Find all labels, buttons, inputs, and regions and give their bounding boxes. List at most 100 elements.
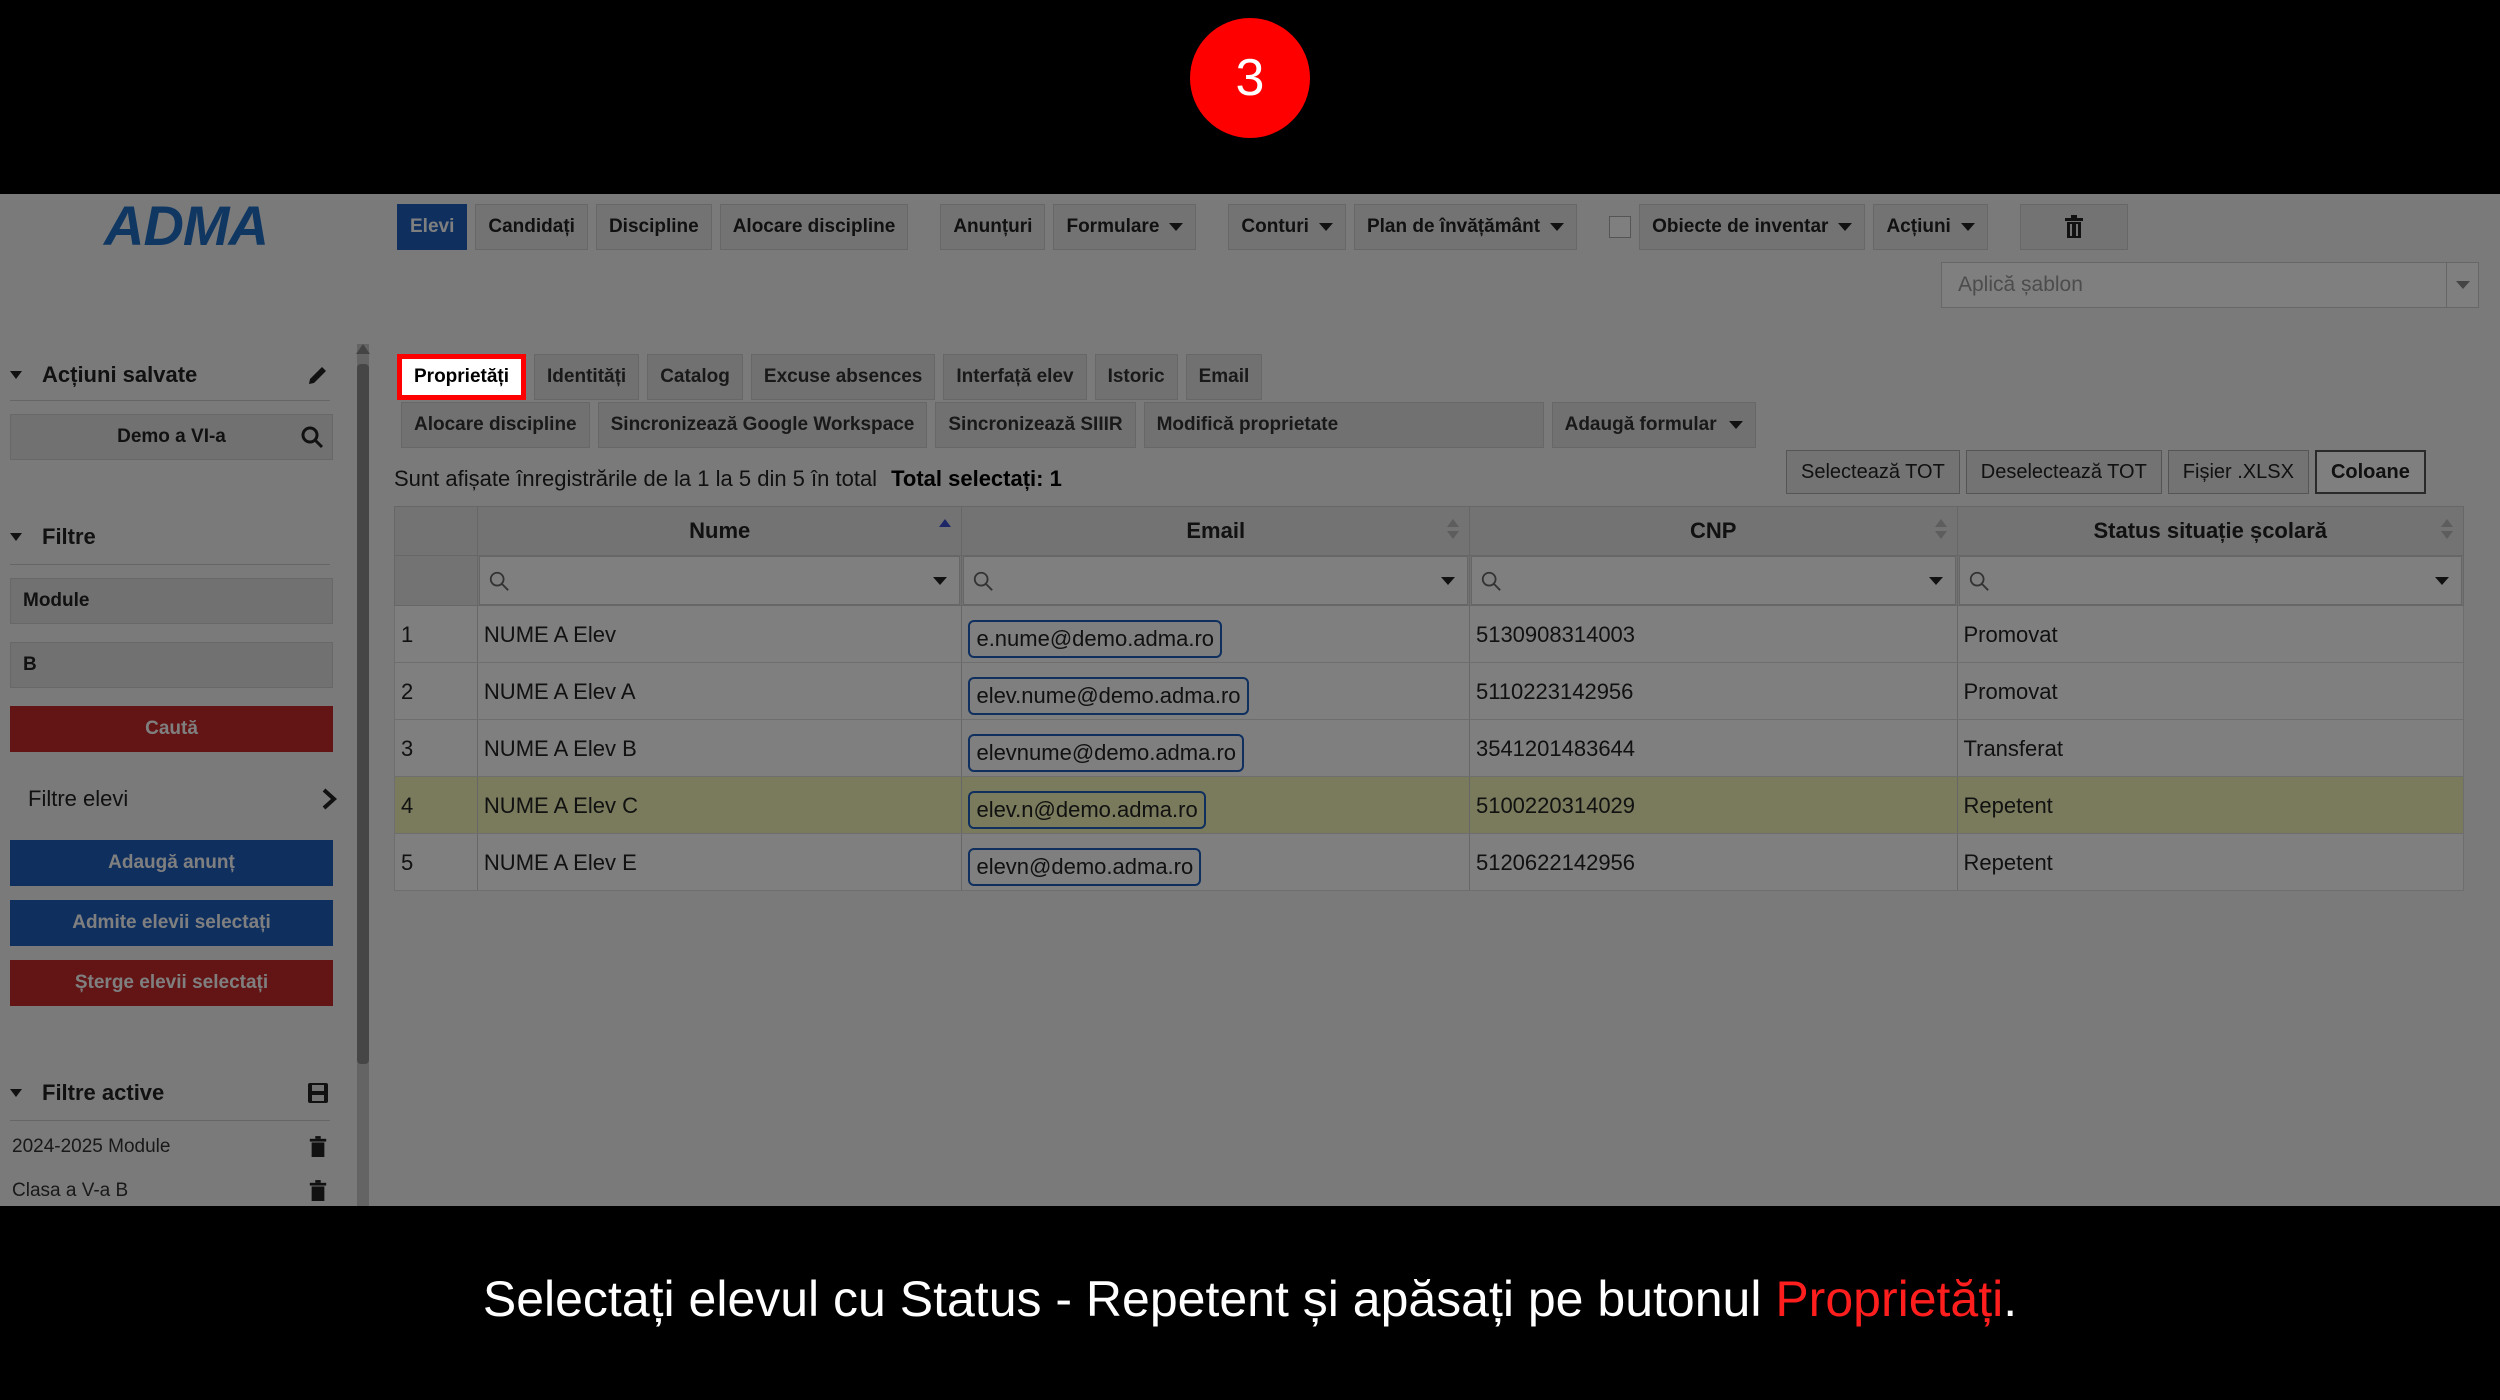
nav-label: Alocare discipline — [732, 216, 896, 237]
row-index: 4 — [395, 777, 478, 833]
tutorial-slide: 3 ADMA Elevi Candidați Discipline Alocar… — [0, 0, 2500, 1400]
columns-button[interactable]: Coloane — [2314, 450, 2426, 494]
save-icon[interactable] — [306, 1081, 330, 1105]
add-form-dropdown[interactable]: Adaugă formular — [1551, 402, 1756, 448]
top-nav: Elevi Candidați Discipline Alocare disci… — [397, 204, 2128, 250]
student-filters-link[interactable]: Filtre elevi — [28, 786, 338, 812]
active-filter-item: 2024-2025 Module — [12, 1136, 328, 1158]
tab-interfata-elev[interactable]: Interfață elev — [943, 354, 1087, 400]
search-button[interactable]: Caută — [10, 706, 333, 752]
search-icon[interactable] — [300, 425, 324, 449]
tab-catalog[interactable]: Catalog — [647, 354, 743, 400]
modify-property-button[interactable]: Modifică proprietate — [1143, 402, 1544, 448]
search-icon — [974, 571, 994, 591]
nav-plan-invatamant[interactable]: Plan de învățământ — [1353, 204, 1578, 250]
table-row[interactable]: 5 NUME A Elev E elevn@demo.adma.ro 51206… — [394, 834, 2464, 891]
tab-proprietati[interactable]: Proprietăți — [397, 354, 527, 400]
deselect-all-button[interactable]: Deselectează TOT — [1965, 450, 2162, 494]
email-link[interactable]: elevn@demo.adma.ro — [968, 848, 1202, 886]
filter-cnp[interactable] — [1470, 556, 1958, 605]
active-filters-header[interactable]: Filtre active — [10, 1080, 330, 1106]
tab-identitati[interactable]: Identități — [534, 354, 640, 400]
nav-elevi[interactable]: Elevi — [397, 204, 468, 250]
export-xlsx-button[interactable]: Fișier .XLSX — [2167, 450, 2309, 494]
column-label: Status situație școlară — [2093, 518, 2328, 543]
cnp-cell: 5100220314029 — [1470, 777, 1958, 833]
email-cell: e.nume@demo.adma.ro — [962, 606, 1470, 662]
collapse-icon — [10, 533, 22, 541]
column-header-nume[interactable]: Nume — [478, 507, 963, 555]
column-header-status[interactable]: Status situație școlară — [1958, 507, 2464, 555]
email-link[interactable]: elevnume@demo.adma.ro — [968, 734, 1245, 772]
scroll-thumb[interactable] — [357, 364, 369, 1064]
chevron-right-icon — [322, 788, 337, 810]
records-info: Sunt afișate înregistrările de la 1 la 5… — [394, 466, 1062, 492]
column-header-email[interactable]: Email — [962, 507, 1470, 555]
tab-excuse-absences[interactable]: Excuse absences — [750, 354, 936, 400]
nav-label: Discipline — [608, 216, 699, 237]
delete-button[interactable] — [2019, 204, 2128, 250]
chevron-down-icon — [1728, 421, 1743, 429]
email-link[interactable]: elev.nume@demo.adma.ro — [968, 677, 1249, 715]
trash-icon[interactable] — [308, 1180, 328, 1202]
email-link[interactable]: e.nume@demo.adma.ro — [968, 620, 1223, 658]
filter-b[interactable]: B — [10, 642, 333, 688]
cnp-cell: 3541201483644 — [1470, 720, 1958, 776]
nav-formulare[interactable]: Formulare — [1053, 204, 1197, 250]
column-label: Email — [1186, 518, 1246, 543]
pencil-icon[interactable] — [306, 363, 330, 387]
table-row[interactable]: 2 NUME A Elev A elev.nume@demo.adma.ro 5… — [394, 663, 2464, 720]
inventory-checkbox[interactable] — [1609, 216, 1632, 238]
row-index: 3 — [395, 720, 478, 776]
saved-search-value: Demo a VI-a — [117, 426, 226, 447]
saved-actions-header[interactable]: Acțiuni salvate — [10, 362, 330, 388]
caption-end: . — [2003, 1271, 2018, 1327]
filter-email[interactable] — [962, 556, 1470, 605]
trash-icon[interactable] — [308, 1136, 328, 1158]
alloc-disciplines-button[interactable]: Alocare discipline — [401, 402, 590, 448]
add-announcement-button[interactable]: Adaugă anunț — [10, 840, 333, 886]
scroll-up-icon[interactable] — [356, 344, 370, 354]
adma-logo: ADMA — [104, 198, 274, 254]
sync-google-button[interactable]: Sincronizează Google Workspace — [597, 402, 928, 448]
nav-alocare-discipline[interactable]: Alocare discipline — [719, 204, 909, 250]
cnp-cell: 5130908314003 — [1470, 606, 1958, 662]
caption-highlight: Proprietăți — [1775, 1271, 2004, 1327]
filters-header[interactable]: Filtre — [10, 524, 96, 550]
filter-row — [394, 556, 2464, 606]
saved-actions-title: Acțiuni salvate — [42, 362, 198, 387]
tab-istoric[interactable]: Istoric — [1094, 354, 1178, 400]
table-row-selected[interactable]: 4 NUME A Elev C elev.n@demo.adma.ro 5100… — [394, 777, 2464, 834]
filter-module[interactable]: Module — [10, 578, 333, 624]
filter-status[interactable] — [1958, 556, 2464, 605]
nav-discipline[interactable]: Discipline — [595, 204, 712, 250]
column-header-cnp[interactable]: CNP — [1470, 507, 1958, 555]
nav-anunturi[interactable]: Anunțuri — [940, 204, 1046, 250]
table-row[interactable]: 1 NUME A Elev e.nume@demo.adma.ro 513090… — [394, 606, 2464, 663]
sort-icon — [939, 519, 952, 527]
nav-actiuni[interactable]: Acțiuni — [1873, 204, 1988, 250]
status-cell: Transferat — [1963, 736, 2063, 761]
total-selected: Total selectați: 1 — [891, 466, 1062, 491]
email-link[interactable]: elev.n@demo.adma.ro — [968, 791, 1206, 829]
select-all-button[interactable]: Selectează TOT — [1786, 450, 1960, 494]
table-row[interactable]: 3 NUME A Elev B elevnume@demo.adma.ro 35… — [394, 720, 2464, 777]
saved-search-field[interactable]: Demo a VI-a — [10, 414, 333, 460]
delete-selected-button[interactable]: Șterge elevii selectați — [10, 960, 333, 1006]
nav-candidati[interactable]: Candidați — [475, 204, 588, 250]
nav-obiecte-inventar[interactable]: Obiecte de inventar — [1639, 204, 1866, 250]
apply-template-select[interactable]: Aplică șablon — [1941, 262, 2479, 308]
collapse-icon — [10, 1089, 22, 1097]
sidebar: Acțiuni salvate Demo a VI-a Filtre Modul… — [0, 344, 345, 1206]
nav-conturi[interactable]: Conturi — [1228, 204, 1346, 250]
tab-email[interactable]: Email — [1185, 354, 1263, 400]
row-index: 1 — [395, 606, 478, 662]
filter-nume[interactable] — [478, 556, 963, 605]
sync-siiir-button[interactable]: Sincronizează SIIIR — [935, 402, 1136, 448]
nav-label: Conturi — [1241, 216, 1309, 237]
admit-selected-button[interactable]: Admite elevii selectați — [10, 900, 333, 946]
student-actions: Alocare discipline Sincronizează Google … — [401, 402, 1756, 448]
search-icon — [489, 571, 509, 591]
add-form-label: Adaugă formular — [1564, 414, 1717, 435]
student-name: NUME A Elev — [478, 606, 963, 662]
